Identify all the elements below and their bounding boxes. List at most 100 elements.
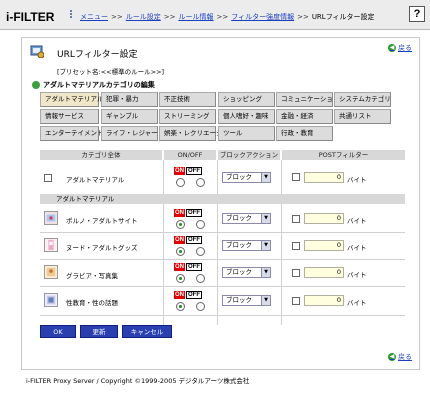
block-action-select[interactable]: ブロック ▼ (222, 213, 271, 224)
on-label: ON (174, 209, 185, 217)
header-block-action: ブロックアクション (218, 150, 280, 160)
nude-goods-thumbnail-icon (44, 238, 58, 252)
footer-copyright: i-FILTER Proxy Server / Copyright ©1999-… (26, 377, 250, 385)
unit-label: バイト (347, 299, 367, 307)
category-checkbox[interactable] (44, 174, 52, 182)
radio-off[interactable] (196, 247, 205, 256)
post-filter-checkbox[interactable] (292, 215, 300, 223)
porn-site-thumbnail-icon (44, 211, 58, 225)
tab-gambling[interactable]: ギャンブル (101, 109, 158, 124)
breadcrumb-current: URLフィルター設定 (311, 13, 375, 21)
cancel-button[interactable]: キャンセル (122, 325, 172, 338)
radio-off[interactable] (196, 220, 205, 229)
header-post-filter: POSTフィルター (282, 150, 405, 160)
tab-life-leisure[interactable]: ライフ・レジャー (101, 126, 158, 141)
unit-label: バイト (347, 176, 367, 184)
breadcrumb-grip-icon (70, 9, 78, 19)
radio-on[interactable] (176, 178, 185, 187)
off-label: OFF (186, 209, 202, 217)
off-label: OFF (186, 236, 202, 244)
breadcrumb: メニュー >> ルール設定 >> ルール情報 >> フィルター強度情報 >> URLフィルター設… (80, 13, 375, 21)
tab-illegal-tech[interactable]: 不正技術 (159, 92, 216, 107)
row-divider (40, 286, 405, 287)
tab-shopping[interactable]: ショッピング (218, 92, 275, 107)
chevron-down-icon: ▼ (261, 268, 270, 277)
sex-education-thumbnail-icon (44, 293, 58, 307)
help-button[interactable]: ? (409, 6, 425, 22)
block-action-value: ブロック (226, 296, 252, 304)
block-action-select[interactable]: ブロック ▼ (222, 267, 271, 278)
row-divider (40, 232, 405, 233)
top-bar: i-FILTER メニュー >> ルール設定 >> ルール情報 >> フィルター強度情報 >>… (0, 0, 430, 30)
radio-on[interactable] (176, 302, 185, 311)
block-action-select[interactable]: ブロック ▼ (222, 172, 271, 183)
tab-recreation[interactable]: 娯楽・レクリエーション (159, 126, 235, 141)
radio-on[interactable] (176, 274, 185, 283)
tab-communication[interactable]: コミュニケーション (276, 92, 339, 107)
back-arrow-icon: ◀ (388, 353, 396, 361)
back-label: 戻る (398, 353, 412, 361)
block-action-value: ブロック (226, 214, 252, 222)
row-label: ヌード・アダルトグッズ (66, 244, 138, 252)
tab-finance[interactable]: 金融・経済 (276, 109, 333, 124)
row-divider (40, 315, 405, 316)
page-title: URLフィルター設定 (57, 50, 138, 60)
tab-crime-violence[interactable]: 犯罪・暴力 (101, 92, 158, 107)
header-onoff: ON/OFF (164, 150, 216, 160)
radio-on[interactable] (176, 247, 185, 256)
tab-tools[interactable]: ツール (218, 126, 275, 141)
on-label: ON (174, 167, 185, 175)
tab-common-list[interactable]: 共通リスト (334, 109, 391, 124)
ok-button[interactable]: OK (40, 325, 76, 338)
block-action-select[interactable]: ブロック ▼ (222, 240, 271, 251)
column-divider (217, 160, 218, 325)
url-filter-icon (30, 45, 44, 58)
post-filter-input[interactable]: 0 (304, 267, 344, 278)
on-label: ON (174, 263, 185, 271)
block-action-value: ブロック (226, 268, 252, 276)
section-bullet-icon (32, 81, 40, 89)
post-filter-input[interactable]: 0 (304, 172, 344, 183)
tab-hobby[interactable]: 個人嗜好・趣味 (218, 109, 275, 124)
row-label: グラビア・写真集 (66, 272, 118, 280)
unit-label: バイト (347, 271, 367, 279)
breadcrumb-rule-info[interactable]: ルール情報 (178, 13, 213, 21)
post-filter-checkbox[interactable] (292, 242, 300, 250)
tab-adult-material[interactable]: アダルトマテリアル (40, 92, 103, 107)
tab-government-education[interactable]: 行政・教育 (276, 126, 333, 141)
radio-off[interactable] (196, 274, 205, 283)
on-label: ON (174, 291, 185, 299)
breadcrumb-rule-settings[interactable]: ルール設定 (126, 13, 161, 21)
header-category: カテゴリ全体 (40, 150, 162, 160)
unit-label: バイト (347, 217, 367, 225)
post-filter-checkbox[interactable] (292, 173, 300, 181)
tab-streaming[interactable]: ストリーミング (159, 109, 216, 124)
update-button[interactable]: 更新 (80, 325, 118, 338)
column-divider (163, 160, 164, 325)
breadcrumb-filter-strength[interactable]: フィルター強度情報 (231, 13, 294, 21)
post-filter-input[interactable]: 0 (304, 213, 344, 224)
radio-off[interactable] (196, 178, 205, 187)
tab-entertainment[interactable]: エンターテイメント (40, 126, 104, 141)
post-filter-input[interactable]: 0 (304, 295, 344, 306)
block-action-value: ブロック (226, 173, 252, 181)
tab-info-service[interactable]: 情報サービス (40, 109, 99, 124)
row-label: 性教育・性の話題 (66, 299, 118, 307)
block-action-value: ブロック (226, 241, 252, 249)
on-label: ON (174, 236, 185, 244)
off-label: OFF (186, 263, 202, 271)
chevron-down-icon: ▼ (261, 214, 270, 223)
unit-label: バイト (347, 244, 367, 252)
breadcrumb-menu[interactable]: メニュー (80, 13, 108, 21)
post-filter-checkbox[interactable] (292, 297, 300, 305)
off-label: OFF (186, 291, 202, 299)
radio-on[interactable] (176, 220, 185, 229)
preset-name: [プリセット名:<<標準のルール>>] (57, 68, 165, 76)
radio-off[interactable] (196, 302, 205, 311)
back-link-top[interactable]: ◀ 戻る (388, 43, 412, 53)
post-filter-checkbox[interactable] (292, 269, 300, 277)
block-action-select[interactable]: ブロック ▼ (222, 295, 271, 306)
back-link-bottom[interactable]: ◀ 戻る (388, 352, 412, 362)
tab-system-category[interactable]: システムカテゴリ (334, 92, 391, 107)
post-filter-input[interactable]: 0 (304, 240, 344, 251)
